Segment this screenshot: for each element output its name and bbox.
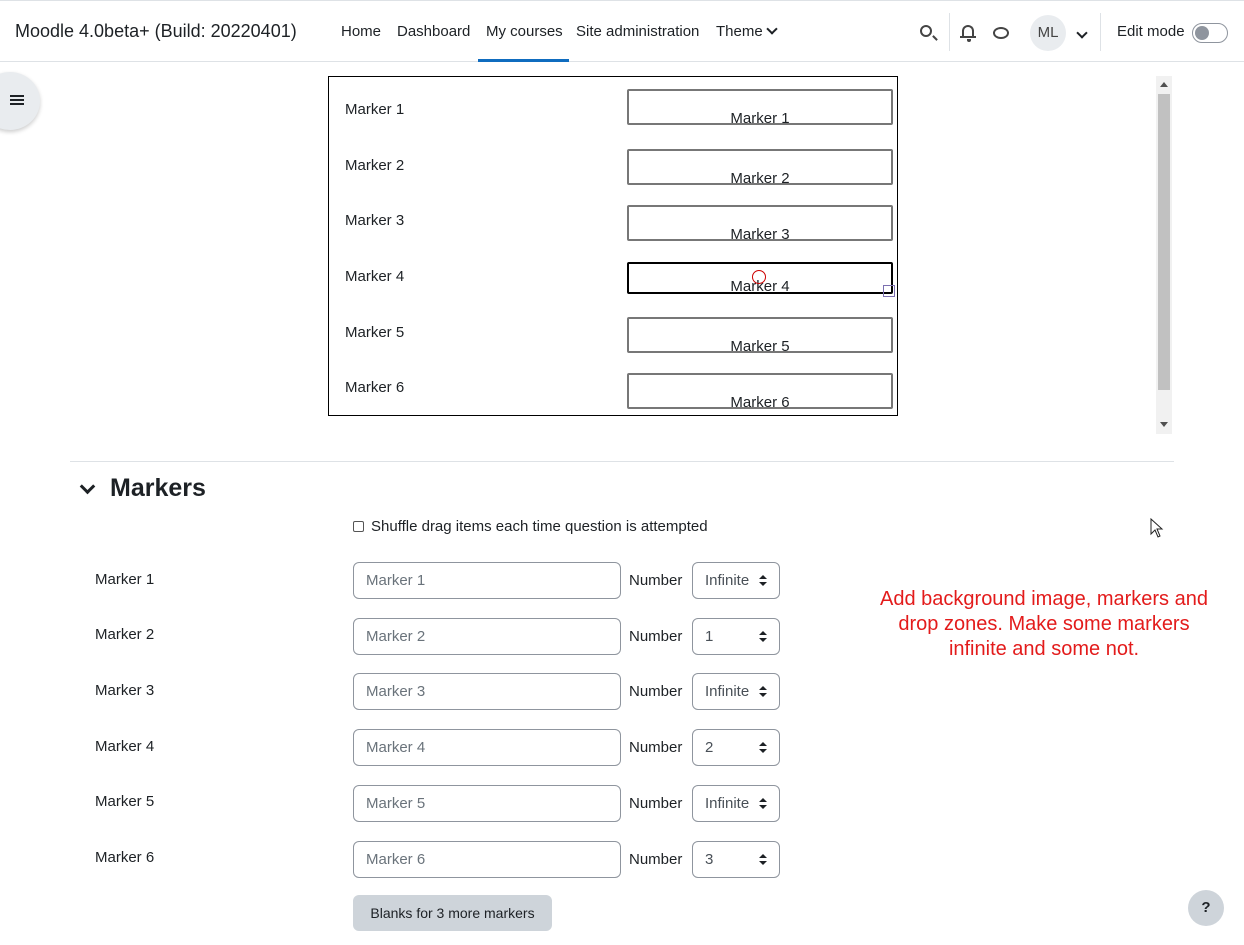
question-preview: Marker 1 Marker 2 Marker 3 Marker 4 Mark… [328,76,898,416]
shuffle-checkbox-row[interactable]: Shuffle drag items each time question is… [353,518,708,535]
shuffle-label: Shuffle drag items each time question is… [371,518,708,535]
number-select-value: 3 [705,851,714,868]
divider [949,13,950,51]
dropzone-label: Marker 5 [730,338,790,355]
chat-icon[interactable] [993,27,1009,39]
active-nav-indicator [478,59,569,62]
edit-mode-label: Edit mode [1117,23,1185,40]
course-index-drawer-button[interactable] [0,72,40,130]
marker-row-label: Marker 2 [95,626,155,643]
marker-row-label: Marker 3 [95,682,155,699]
number-select-value: Infinite [705,795,750,812]
preview-marker-label[interactable]: Marker 6 [345,379,404,396]
nav-site-administration[interactable]: Site administration [576,23,699,40]
help-button[interactable]: ? [1188,890,1224,926]
number-label: Number [629,628,683,645]
marker-text-input[interactable]: Marker 5 [353,785,621,822]
avatar[interactable]: ML [1030,15,1066,51]
preview-marker-label[interactable]: Marker 3 [345,212,404,229]
scroll-thumb[interactable] [1158,94,1170,390]
preview-marker-label[interactable]: Marker 5 [345,324,404,341]
number-label: Number [629,572,683,589]
dropzone-label: Marker 1 [730,110,790,127]
resize-handle[interactable] [883,285,895,297]
preview-dropzone[interactable]: Marker 1 [627,89,893,127]
preview-marker-label[interactable]: Marker 2 [345,157,404,174]
number-select-value: Infinite [705,683,750,700]
number-label: Number [629,851,683,868]
preview-scrollbar[interactable] [1156,76,1172,434]
shuffle-checkbox[interactable] [353,521,364,532]
search-icon[interactable] [920,25,932,37]
marker-text-input[interactable]: Marker 4 [353,729,621,766]
number-label: Number [629,795,683,812]
scroll-up-arrow-icon[interactable] [1160,82,1168,87]
number-select[interactable]: 2 [692,729,780,766]
preview-dropzone[interactable]: Marker 6 [627,373,893,411]
select-arrows-icon [759,631,767,643]
section-title[interactable]: Markers [110,474,206,503]
chevron-down-icon [766,23,778,35]
preview-dropzone[interactable]: Marker 3 [627,205,893,243]
preview-dropzone[interactable]: Marker 5 [627,317,893,355]
chevron-down-icon [1076,27,1088,39]
number-select-value: 2 [705,739,714,756]
preview-marker-label[interactable]: Marker 1 [345,101,404,118]
number-label: Number [629,739,683,756]
marker-text-input[interactable]: Marker 1 [353,562,621,599]
marker-text-input[interactable]: Marker 2 [353,618,621,655]
select-arrows-icon [759,798,767,810]
annotation-note: Add background image, markers and drop z… [880,588,1208,660]
number-select[interactable]: Infinite [692,673,780,710]
marker-row-label: Marker 4 [95,738,155,755]
number-select[interactable]: 3 [692,841,780,878]
top-navbar: Moodle 4.0beta+ (Build: 20220401) Home D… [0,0,1244,62]
number-select-value: Infinite [705,572,750,589]
number-select-value: 1 [705,628,714,645]
bell-icon[interactable] [960,25,976,42]
select-arrows-icon [759,742,767,754]
select-arrows-icon [759,854,767,866]
user-menu-toggle[interactable] [1073,27,1088,44]
marker-text-input[interactable]: Marker 6 [353,841,621,878]
nav-dashboard[interactable]: Dashboard [397,23,470,40]
marker-row-label: Marker 5 [95,793,155,810]
nav-theme-label: Theme [716,23,763,40]
nav-theme[interactable]: Theme [716,23,778,40]
list-icon [10,95,24,107]
toggle-knob [1195,26,1209,40]
select-arrows-icon [759,575,767,587]
number-select[interactable]: 1 [692,618,780,655]
nav-my-courses[interactable]: My courses [486,23,563,40]
marker-text-input[interactable]: Marker 3 [353,673,621,710]
blanks-more-markers-button[interactable]: Blanks for 3 more markers [353,895,552,931]
preview-marker-label[interactable]: Marker 4 [345,268,404,285]
edit-mode-toggle[interactable] [1192,23,1228,43]
scroll-down-arrow-icon[interactable] [1160,422,1168,427]
number-select[interactable]: Infinite [692,562,780,599]
number-label: Number [629,683,683,700]
dropzone-label: Marker 6 [730,394,790,411]
circle-marker-icon[interactable] [752,270,766,284]
site-name[interactable]: Moodle 4.0beta+ (Build: 20220401) [15,21,297,42]
dropzone-label: Marker 2 [730,170,790,187]
marker-row-label: Marker 1 [95,571,155,588]
chevron-down-icon[interactable] [79,478,96,495]
preview-dropzone[interactable]: Marker 2 [627,149,893,187]
section-divider [70,461,1174,462]
marker-row-label: Marker 6 [95,849,155,866]
dropzone-label: Marker 3 [730,226,790,243]
nav-home[interactable]: Home [341,23,381,40]
number-select[interactable]: Infinite [692,785,780,822]
divider [1100,13,1101,51]
select-arrows-icon [759,686,767,698]
